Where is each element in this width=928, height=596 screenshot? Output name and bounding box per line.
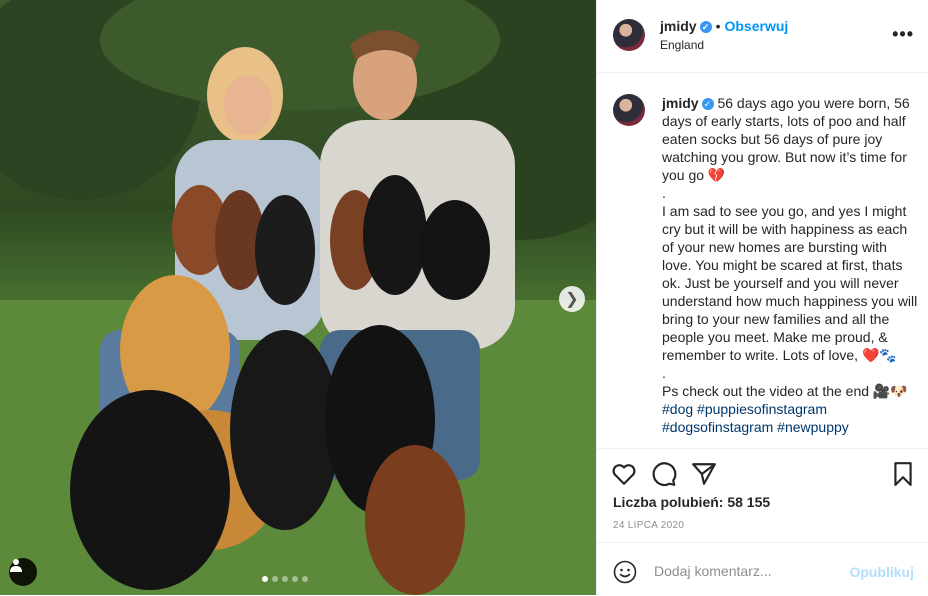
carousel-dots	[262, 576, 308, 582]
bookmark-icon[interactable]	[890, 461, 916, 487]
verified-icon: ✓	[699, 21, 712, 34]
caption-username[interactable]: jmidy	[662, 95, 699, 111]
carousel-dot	[292, 576, 298, 582]
user-icon	[10, 559, 22, 572]
photo-illustration	[0, 0, 596, 595]
avatar[interactable]	[613, 94, 645, 126]
username-link[interactable]: jmidy	[660, 18, 697, 34]
tagged-users-button[interactable]	[9, 558, 37, 586]
caption-area: jmidy ✓ 56 days ago you were born, 56 day…	[597, 72, 928, 448]
avatar[interactable]	[613, 19, 645, 51]
header-user-line: jmidy ✓ • Obserwuj	[660, 18, 788, 34]
caption-text: jmidy ✓ 56 days ago you were born, 56 day…	[662, 94, 920, 436]
next-photo-button[interactable]: ❯	[559, 286, 585, 312]
post-date[interactable]: 24 LIPCA 2020	[613, 520, 684, 531]
comment-icon[interactable]	[651, 461, 677, 487]
carousel-dot	[282, 576, 288, 582]
post-comment-button[interactable]: Opublikuj	[849, 564, 914, 580]
carousel-dot	[302, 576, 308, 582]
post-side-panel: jmidy ✓ • Obserwuj England ••• jmidy ✓ 56 da…	[596, 0, 928, 595]
caption-line: 56 days ago you were born, 56 days of ea…	[662, 95, 910, 183]
post-header: jmidy ✓ • Obserwuj England •••	[597, 0, 928, 73]
hashtag-link[interactable]: #dogsofinstagram #newpuppy	[662, 418, 920, 436]
caption-paragraph: jmidy ✓ 56 days ago you were born, 56 day…	[662, 94, 920, 184]
separator: •	[715, 18, 721, 34]
caption-line: Ps check out the video at the end 🎥🐶	[662, 383, 908, 399]
heart-icon[interactable]	[611, 461, 637, 487]
comment-input[interactable]	[652, 557, 846, 585]
carousel-dot	[262, 576, 268, 582]
action-bar	[597, 448, 928, 497]
more-options-icon[interactable]: •••	[892, 24, 914, 45]
verified-icon: ✓	[701, 98, 714, 111]
hashtag-link[interactable]: #dog #puppiesofinstagram	[662, 400, 920, 418]
chevron-right-icon: ❯	[565, 291, 579, 308]
caption-line: I am sad to see you go, and yes I might …	[662, 203, 918, 363]
likes-count[interactable]: Liczba polubień: 58 155	[613, 494, 770, 510]
caption-line: .	[662, 185, 666, 201]
carousel-dot	[272, 576, 278, 582]
share-icon[interactable]	[691, 461, 717, 487]
post-photo[interactable]: ❯	[0, 0, 596, 595]
caption-line: .	[662, 365, 666, 381]
follow-button[interactable]: Obserwuj	[724, 18, 788, 34]
emoji-icon[interactable]	[613, 560, 637, 584]
comment-bar: Opublikuj	[597, 542, 928, 596]
location-link[interactable]: England	[660, 38, 704, 52]
